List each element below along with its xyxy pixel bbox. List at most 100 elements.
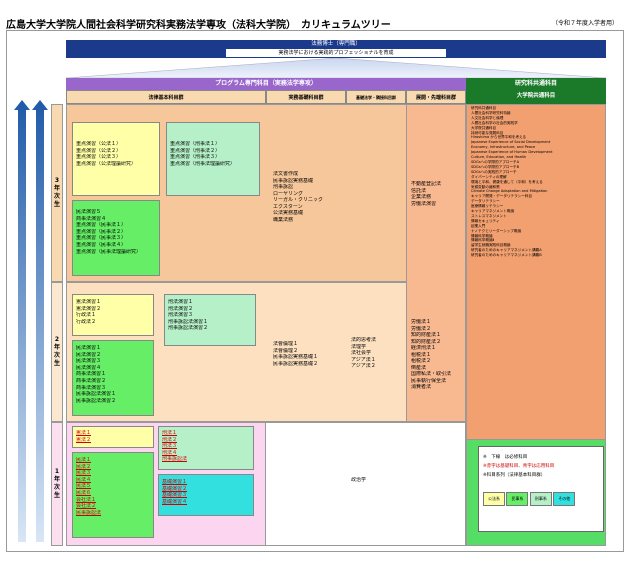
chip-public: 公法系 [483, 492, 505, 506]
legend-series: ※科目系列（法律基本科目群） [483, 473, 546, 478]
list-item: 会社法２ [76, 503, 97, 510]
degree-banner: 法務博士（専門職） 実務法学における実践的プロフェッショナルを育成 [66, 40, 606, 58]
list-item: 重点演習（民事法１） [76, 222, 127, 229]
y1-base-box: 基礎演習１ 基礎演習２ 基礎演習３ 基礎演習４ [158, 474, 254, 516]
y3-adv-list: 不動産登記法 信託法 企業法務 労働法演習 [408, 178, 466, 210]
list-item: 民事訴訟法演習２ [76, 397, 117, 404]
y1-civil-law-box: 民法１ 民法２ 民法３ 民法４ 民法５ 民法６ 会社法１ 会社法２ 民事訴訟法 [72, 452, 154, 538]
list-item: 商事法演習１ [76, 371, 107, 378]
chip-civil: 民事系 [506, 492, 529, 506]
list-item: 商事法演習４ [76, 215, 107, 222]
list-item: 民法５ [76, 483, 92, 490]
list-item: 民法６ [76, 489, 92, 496]
header-common: 研究科共通科目 [466, 78, 606, 90]
list-item: 重点演習（民事法理論研究） [76, 248, 142, 255]
y2-practice-list: 法曹倫理１ 法曹倫理２ 民事訴訟実務基礎１ 民事訴訟実務基礎２ [270, 338, 344, 370]
list-item: 刑法４ [162, 449, 178, 456]
list-item: 刑法３ [162, 443, 178, 450]
list-item: 基礎演習４ [162, 498, 188, 505]
list-item: 商事法演習３ [76, 384, 107, 391]
list-item: 民法１ [76, 457, 92, 463]
list-item: 基礎演習３ [162, 492, 188, 499]
list-item: 政治学 [351, 477, 367, 483]
list-item: 憲法１ [76, 430, 92, 436]
list-item: 刑法１ [162, 430, 178, 436]
list-item: 行政法２ [76, 318, 97, 325]
page-title: 広島大学大学院人間社会科学研究科実務法学専攻（法科大学院） カリキュラムツリー [6, 20, 391, 31]
y1-criminal-law-box: 刑法１ 刑法２ 刑法３ 刑法４ 刑事訴訟法 [158, 426, 254, 470]
list-item: 基礎演習２ [162, 485, 188, 492]
year-3-label: 3年次生 [51, 104, 63, 282]
list-item: 行政法１ [76, 312, 97, 319]
list-item: 重点演習（公法３） [76, 154, 122, 161]
subheader-practice: 実務基礎科目群 [266, 90, 346, 104]
y2-public-law-box: 憲法演習１ 憲法演習２ 行政法１ 行政法２ [72, 294, 154, 336]
subheader-basic: 法律基本科目群 [66, 90, 266, 104]
list-item: 刑事訴訟法演習２ [168, 325, 209, 332]
y3-criminal-law-box: 重点演習（刑事法１） 重点演習（刑事法２） 重点演習（刑事法３） 重点演習（刑事… [166, 122, 260, 196]
list-item: 刑法２ [162, 436, 178, 443]
list-item: 刑法演習２ [168, 305, 194, 312]
y2-fund-list: 法的思考法 法理学 法社会学 アジア法１ アジア法２ [348, 334, 406, 373]
header-univ: 大学院共通科目 [466, 90, 606, 104]
list-item: 重点演習（刑事法理論研究） [170, 160, 236, 167]
list-item: 民事訴訟法 [76, 509, 102, 516]
y2-adv-list: 労働法１ 労働法２ 知的財産法１ 知的財産法２ 経済刑法１ 租税法１ 租税法２ … [408, 316, 466, 394]
list-item: 職業法務 [273, 216, 294, 223]
list-item: 刑事訴訟法演習１ [168, 318, 209, 325]
list-item: 重点演習（民事法３） [76, 235, 127, 242]
legend-required: ※ 下線 は必修科目 [483, 455, 528, 460]
list-item: 刑法演習３ [168, 312, 194, 319]
list-item: 重点演習（民事法４） [76, 241, 127, 248]
y1-fund-list: 政治学 [348, 474, 406, 487]
subheader-fund: 基礎法学・隣接科目群 [346, 90, 406, 104]
list-item: 重点演習（刑事法１） [170, 141, 221, 147]
list-item: 民事訴訟実務基礎２ [273, 360, 319, 367]
list-item: 重点演習（民事法２） [76, 228, 127, 235]
legend-colors: ※赤字は基礎科目、青字は応用科目 [483, 464, 555, 469]
list-item: 重点演習（公法２） [76, 147, 122, 154]
degree-subtitle: 実務法学における実践的プロフェッショナルを育成 [226, 49, 446, 57]
list-item: 会社法１ [76, 496, 97, 503]
year-2-label: 2年次生 [51, 282, 63, 422]
y2-criminal-law-box: 刑法演習１ 刑法演習２ 刑法演習３ 刑事訴訟法演習１ 刑事訴訟法演習２ [164, 294, 256, 346]
list-item: 民法演習２ [76, 351, 102, 358]
header-program: プログラム専門科目（実務法学専攻） [66, 78, 466, 90]
list-item: 労働法演習 [411, 200, 437, 207]
legend-box: ※ 下線 は必修科目 ※赤字は基礎科目、青字は応用科目 ※科目系列（法律基本科目… [478, 446, 604, 532]
list-item: 憲法演習２ [76, 305, 102, 312]
year-1-label: 1年次生 [51, 422, 63, 546]
list-item: 基礎演習１ [162, 479, 188, 485]
list-item: 民法３ [76, 470, 92, 477]
list-item: 重点演習（公法理論研究） [76, 160, 137, 167]
list-item: 憲法演習１ [76, 299, 102, 305]
subheader-adv: 展開・先端科目群 [406, 90, 466, 104]
list-item: 重点演習（刑事法３） [170, 154, 221, 161]
progress-arrows [14, 100, 48, 542]
y2-civil-law-box: 民法演習１ 民法演習２ 民法演習３ 民法演習４ 商事法演習１ 商事法演習２ 商事… [72, 340, 154, 416]
chip-other: その他 [553, 492, 576, 506]
list-item: 民法演習３ [76, 358, 102, 365]
roof-arrow [66, 58, 606, 78]
chip-criminal: 刑事系 [529, 492, 552, 506]
year-note: （令和７年度入学者用） [551, 20, 618, 27]
degree-title: 法務博士（専門職） [311, 41, 361, 47]
list-item: 消費者法 [411, 384, 432, 390]
list-item: 民法４ [76, 476, 92, 483]
list-item: 刑法演習１ [168, 299, 194, 305]
list-item: 重点演習（刑事法２） [170, 147, 221, 154]
y3-practice-list: 法文書作成 民事訴訟実務基礎 刑事訴訟 ローヤリング リーガル・クリニック エク… [270, 168, 344, 226]
list-item: 民事訴訟法演習１ [76, 391, 117, 398]
list-item: 民法２ [76, 463, 92, 470]
list-item: 憲法２ [76, 436, 92, 443]
list-item: アジア法２ [351, 363, 376, 369]
list-item: 商事法演習２ [76, 377, 107, 384]
list-item: 刑事訴訟法 [162, 456, 188, 463]
y1-public-law-box: 憲法１ 憲法２ [72, 426, 154, 448]
list-item: 民法演習４ [76, 364, 102, 371]
list-item: 民法演習１ [76, 345, 102, 351]
univ-course-item: 研究者のためのキャリアマネジメント講義B [471, 253, 542, 258]
univ-course-list: 研究科共通科目 人間社会科学研究科特論 人文社会科学と倫理 人間社会科学の社会的実践学… [468, 104, 606, 438]
y3-public-law-box: 重点演習（公法１） 重点演習（公法２） 重点演習（公法３） 重点演習（公法理論研… [72, 122, 160, 196]
list-item: 民法演習５ [76, 209, 102, 215]
